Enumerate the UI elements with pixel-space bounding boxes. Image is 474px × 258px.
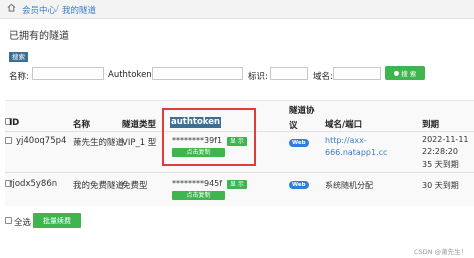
row-token: ********39f1 — [172, 136, 223, 145]
page-title: 已拥有的隧道 — [9, 31, 69, 42]
tag-filter-label: 标识: — [248, 72, 268, 82]
row-type: VIP_1 型 — [122, 138, 157, 148]
domain-link-cont[interactable]: 666.natapp1.cc — [325, 148, 387, 157]
expire-days: 35 天到期 — [422, 160, 459, 169]
row-name: 萧先生的隧道 — [73, 138, 125, 148]
row-token: ********945f — [172, 179, 223, 188]
select-all-label: 全选 — [14, 218, 32, 228]
table-divider — [5, 131, 474, 132]
row-domain: 系统随机分配 — [325, 181, 373, 190]
expire-date: 2022-11-11 — [422, 135, 469, 144]
breadcrumb-member-center-link[interactable]: 会员中心 — [22, 4, 56, 16]
column-header-protocol: 隧道协 — [289, 106, 315, 116]
domain-filter-label: 域名: — [313, 72, 333, 82]
watermark: CSDN @萧先生！ — [414, 248, 468, 256]
copy-token-button[interactable]: 点击复制 — [172, 191, 225, 200]
column-header-protocol-cont: 议 — [289, 121, 298, 131]
authtoken-filter-input[interactable] — [152, 67, 243, 80]
tag-filter-input[interactable] — [270, 67, 308, 80]
show-token-button[interactable]: 显 示 — [227, 180, 247, 189]
column-header-id: ID — [9, 118, 20, 128]
search-button-label: 搜 索 — [401, 70, 417, 78]
search-section-tag: 搜索 — [9, 52, 28, 62]
table-divider — [5, 172, 474, 173]
row-id: rjodx5y86n — [9, 179, 58, 189]
column-header-domain: 域名/端口 — [325, 120, 363, 130]
domain-link[interactable]: http://axx- — [325, 136, 367, 145]
name-filter-label: 名称: — [9, 72, 29, 82]
name-filter-input[interactable] — [32, 67, 104, 80]
batch-renew-button[interactable]: 批量续费 — [33, 213, 81, 228]
protocol-badge: Web — [289, 139, 309, 147]
authtoken-filter-label: Authtoken: — [108, 70, 155, 80]
column-header-authtoken: authtoken — [170, 117, 222, 128]
home-icon — [7, 3, 16, 12]
protocol-badge: Web — [289, 181, 309, 189]
row-name: 我的免费隧道 — [73, 181, 125, 191]
column-header-name: 名称 — [73, 120, 91, 130]
breadcrumb-separator: / — [56, 4, 59, 13]
breadcrumb-my-tunnels-link[interactable]: 我的隧道 — [62, 4, 96, 16]
breadcrumb: 会员中心 / 我的隧道 — [0, 0, 474, 19]
domain-filter-input[interactable] — [333, 67, 381, 80]
row-id: yj40oq75p4 — [16, 136, 67, 146]
row-checkbox[interactable] — [5, 137, 12, 144]
column-header-expire: 到期 — [422, 120, 440, 130]
select-all-checkbox[interactable] — [5, 217, 12, 224]
row-type: 免费型 — [122, 181, 148, 191]
search-button[interactable]: ● 搜 索 — [385, 66, 425, 80]
search-icon: ● — [393, 69, 400, 77]
copy-token-button[interactable]: 点击复制 — [172, 148, 225, 157]
show-token-button[interactable]: 显 示 — [227, 137, 247, 146]
expire-days: 30 天到期 — [422, 181, 459, 190]
column-header-type: 隧道类型 — [122, 120, 157, 130]
expire-time: 22:28:20 — [422, 147, 458, 156]
